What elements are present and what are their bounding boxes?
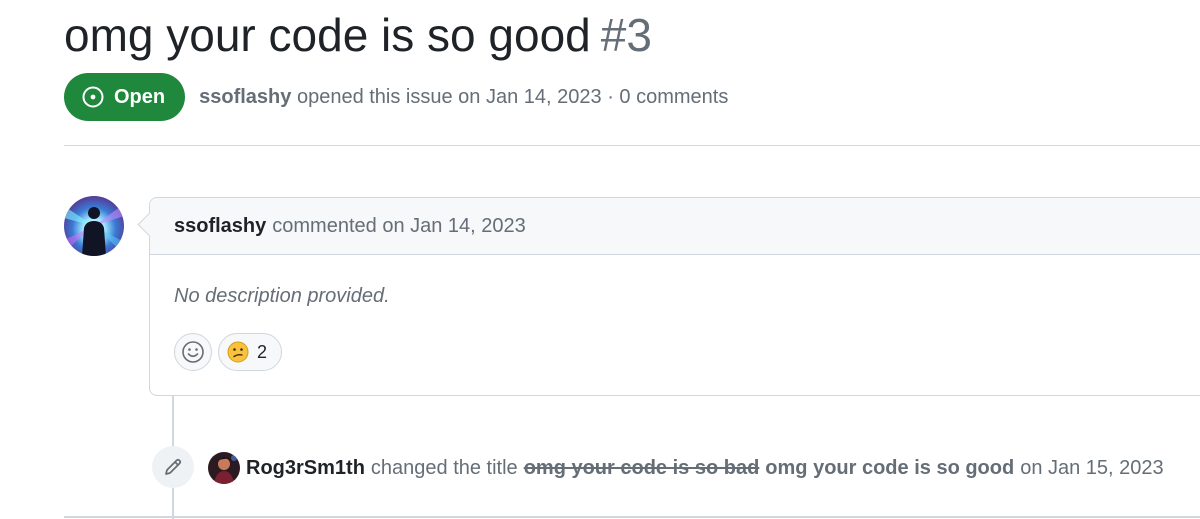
- timeline-event-badge: [152, 446, 194, 488]
- comment-author-link[interactable]: ssoflashy: [174, 215, 266, 238]
- title-change-event: Rog3rSm1th changed the title omg your co…: [208, 451, 1164, 485]
- comment-header: ssoflashy commented on Jan 14, 2023: [150, 198, 1200, 255]
- actor-avatar[interactable]: [208, 452, 240, 484]
- reaction-count: 2: [257, 341, 268, 362]
- confused-reaction-button[interactable]: 2: [218, 333, 283, 371]
- comment-body: No description provided.: [174, 285, 390, 307]
- actor-link[interactable]: Rog3rSm1th: [246, 457, 365, 480]
- header-divider: [64, 145, 1200, 146]
- old-title-text: omg your code is so bad: [523, 456, 760, 479]
- event-action-text: changed the title: [370, 456, 518, 479]
- avatar[interactable]: [64, 196, 124, 256]
- smiley-icon: [182, 341, 204, 363]
- issue-meta-text: ssoflashy opened this issue on Jan 14, 2…: [199, 86, 728, 109]
- reactions-bar: 2: [174, 333, 283, 371]
- issue-state-badge: Open: [64, 73, 186, 121]
- comment-box: ssoflashy commented on Jan 14, 2023 No d…: [137, 197, 1200, 396]
- issue-state-label: Open: [114, 85, 166, 108]
- issue-page: omg your code is so good #3 Open ssoflash…: [0, 0, 1200, 519]
- issue-opened-icon: [82, 86, 104, 108]
- actor-avatar-image: [208, 452, 240, 484]
- pencil-icon: [165, 458, 182, 475]
- confused-emoji-icon: [227, 341, 249, 363]
- page-title: omg your code is so good #3: [64, 4, 652, 66]
- timeline-bottom-divider: [64, 516, 1200, 518]
- add-reaction-button[interactable]: [174, 333, 212, 371]
- event-timestamp[interactable]: on Jan 15, 2023: [1020, 457, 1163, 480]
- issue-meta: Open ssoflashy opened this issue on Jan …: [64, 73, 728, 121]
- issue-opened-text: opened this issue on Jan 14, 2023 · 0 co…: [296, 85, 729, 108]
- new-title-text: omg your code is so good: [765, 456, 1015, 479]
- issue-number: #3: [600, 9, 652, 61]
- avatar-image: [64, 196, 124, 256]
- issue-author-link[interactable]: ssoflashy: [199, 86, 291, 108]
- issue-title-text: omg your code is so good: [64, 9, 591, 61]
- comment-timestamp[interactable]: commented on Jan 14, 2023: [272, 215, 526, 238]
